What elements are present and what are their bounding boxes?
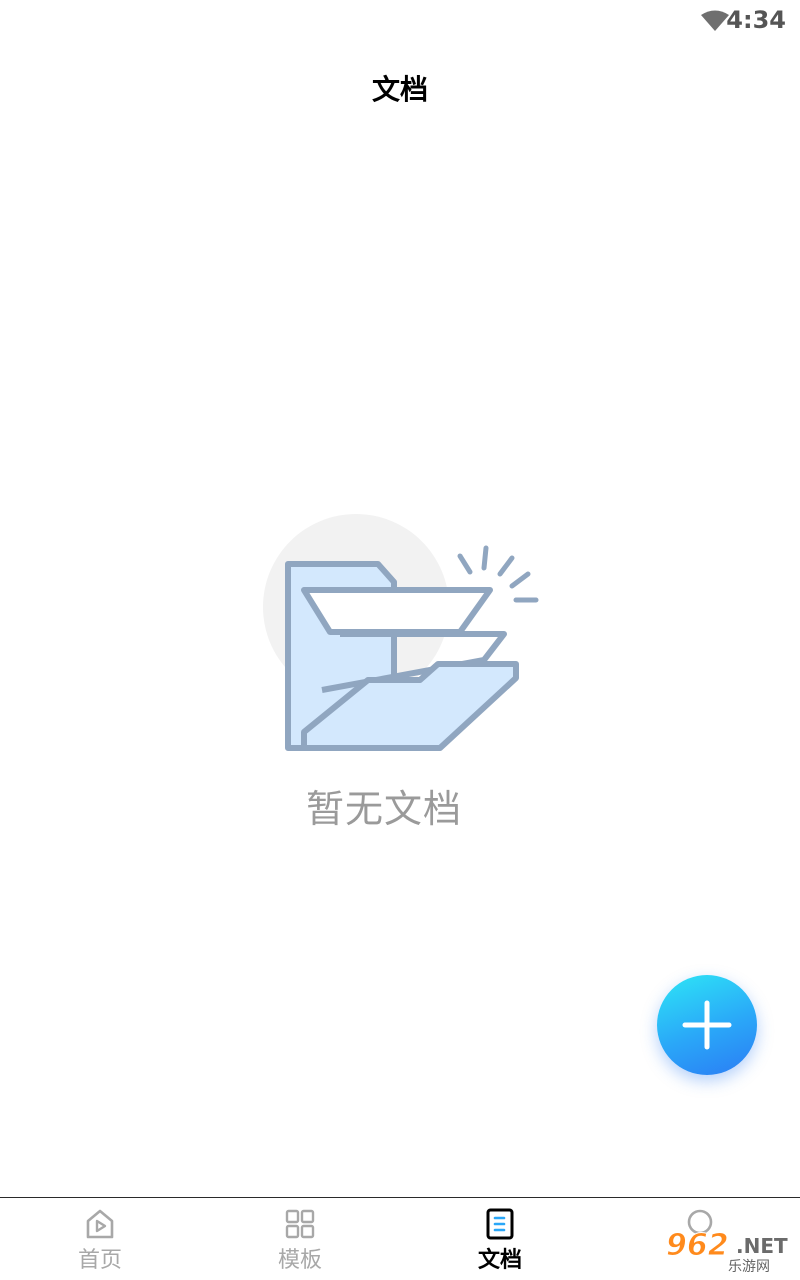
home-play-icon: [86, 1209, 114, 1239]
grid-icon: [285, 1209, 315, 1239]
tab-templates[interactable]: 模板: [200, 1198, 400, 1280]
tab-home-label: 首页: [77, 1248, 122, 1273]
watermark-number: 962: [666, 1228, 730, 1264]
status-time: 4:34: [726, 6, 786, 34]
document-icon: [486, 1208, 514, 1240]
page-title: 文档: [371, 73, 428, 106]
plus-icon: [682, 1000, 732, 1050]
empty-state: 暂无文档: [0, 510, 800, 840]
open-folder-icon: [263, 514, 539, 751]
add-document-button[interactable]: [657, 975, 757, 1075]
watermark-subtitle: 乐游网: [728, 1259, 770, 1275]
tab-home[interactable]: 首页: [0, 1198, 200, 1280]
empty-state-message: 暂无文档: [305, 787, 462, 831]
app-bar: 文档: [0, 56, 800, 116]
watermark-suffix: .NET: [736, 1234, 788, 1258]
tab-documents[interactable]: 文档: [400, 1198, 600, 1280]
site-watermark: 962 .NET 乐游网: [660, 1228, 796, 1276]
status-bar: 4:34: [0, 0, 800, 44]
tab-documents-label: 文档: [477, 1248, 522, 1273]
tab-templates-label: 模板: [277, 1248, 322, 1273]
